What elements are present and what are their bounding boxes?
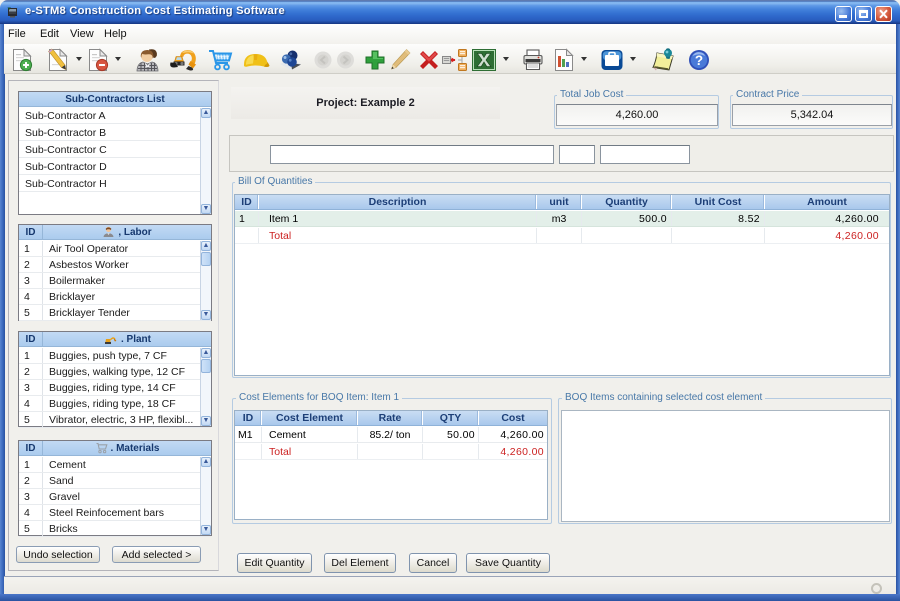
- svg-text:?: ?: [695, 53, 703, 68]
